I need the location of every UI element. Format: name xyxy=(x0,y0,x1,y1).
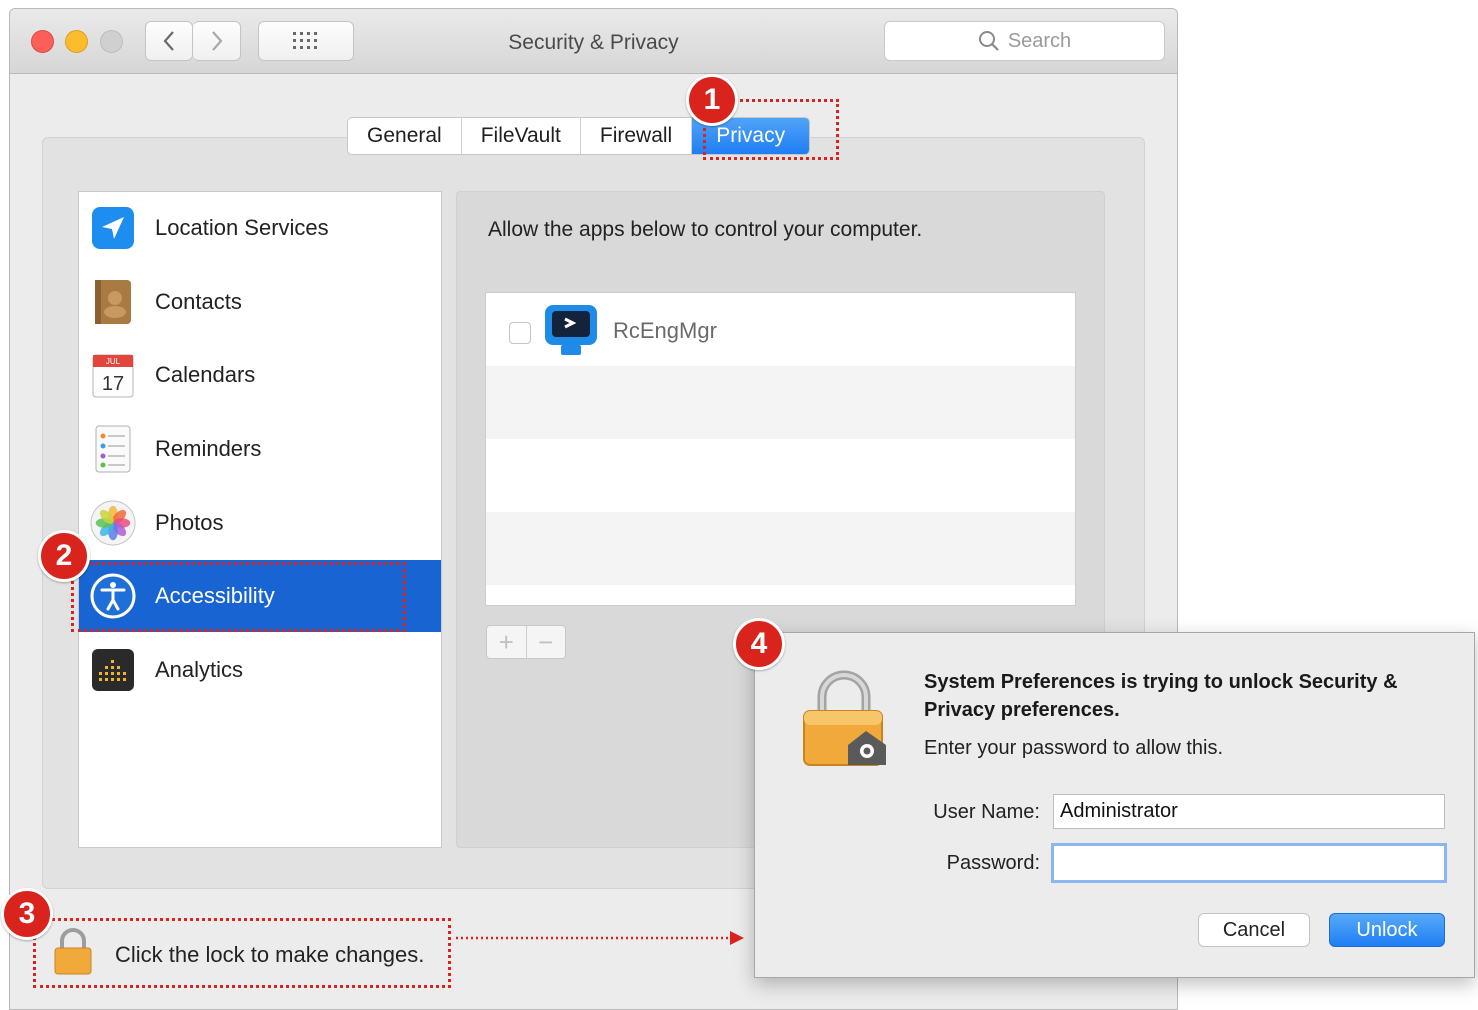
annotation-arrow xyxy=(454,930,746,951)
annotation-badge-3: 3 xyxy=(1,888,53,940)
sidebar-item-label: Photos xyxy=(155,510,224,535)
annotation-badge-1: 1 xyxy=(686,74,738,126)
calendar-day: 17 xyxy=(102,373,124,395)
sidebar-item-label: Calendars xyxy=(155,362,256,387)
sidebar-item-calendars[interactable]: JUL 17 Calendars xyxy=(79,339,441,411)
sidebar-item-label: Contacts xyxy=(155,289,242,314)
annotation-badge-2: 2 xyxy=(38,530,90,582)
location-arrow-icon xyxy=(90,205,136,251)
password-label: Password: xyxy=(946,852,1040,874)
tab-firewall[interactable]: Firewall xyxy=(581,118,693,154)
annotation-highlight-accessibility xyxy=(71,562,406,632)
dialog-title: System Preferences is trying to unlock S… xyxy=(924,671,1398,721)
annotation-highlight-lock xyxy=(33,918,451,988)
search-placeholder: Search xyxy=(1007,29,1072,52)
search-icon xyxy=(978,31,999,51)
dialog-subtitle: Enter your password to allow this. xyxy=(924,737,1224,759)
permission-description: Allow the apps below to control your com… xyxy=(488,218,923,241)
list-item xyxy=(486,439,1075,512)
analytics-grid-icon xyxy=(90,647,136,693)
app-name: RcEngMgr xyxy=(613,318,717,343)
app-list: RcEngMgr xyxy=(485,292,1076,606)
sidebar-item-contacts[interactable]: Contacts xyxy=(79,266,441,338)
calendar-month: JUL xyxy=(106,357,121,366)
app-checkbox[interactable] xyxy=(509,322,531,344)
calendar-icon: JUL 17 xyxy=(90,352,136,398)
sidebar-item-analytics[interactable]: Analytics xyxy=(79,634,441,706)
photos-flower-icon xyxy=(90,500,136,546)
add-remove-control: + − xyxy=(486,625,566,659)
padlock-icon xyxy=(800,667,892,774)
sidebar-item-location-services[interactable]: Location Services xyxy=(79,192,441,264)
tab-general[interactable]: General xyxy=(348,118,462,154)
sidebar-item-photos[interactable]: Photos xyxy=(79,487,441,559)
password-field[interactable] xyxy=(1051,843,1447,883)
add-app-button[interactable]: + xyxy=(487,626,527,658)
username-field[interactable]: Administrator xyxy=(1053,794,1445,829)
list-item[interactable]: RcEngMgr xyxy=(486,293,1075,366)
username-label: User Name: xyxy=(933,801,1040,823)
sidebar-item-label: Analytics xyxy=(155,657,244,682)
cancel-button[interactable]: Cancel xyxy=(1198,913,1310,947)
list-item xyxy=(486,366,1075,439)
sidebar-item-label: Location Services xyxy=(155,215,329,240)
contacts-book-icon xyxy=(90,279,136,325)
tab-filevault[interactable]: FileVault xyxy=(462,118,581,154)
sidebar-item-label: Reminders xyxy=(155,436,262,461)
rcengmgr-app-icon xyxy=(543,303,599,362)
unlock-dialog: System Preferences is trying to unlock S… xyxy=(754,632,1475,978)
remove-app-button[interactable]: − xyxy=(527,626,566,658)
unlock-button[interactable]: Unlock xyxy=(1329,913,1445,947)
sidebar-item-reminders[interactable]: Reminders xyxy=(79,413,441,485)
search-field[interactable]: Search xyxy=(884,21,1165,61)
list-item xyxy=(486,512,1075,585)
reminders-list-icon xyxy=(90,425,136,473)
annotation-badge-4: 4 xyxy=(733,618,785,670)
privacy-category-list: Location Services Contacts JUL 17 Calend… xyxy=(78,191,442,848)
